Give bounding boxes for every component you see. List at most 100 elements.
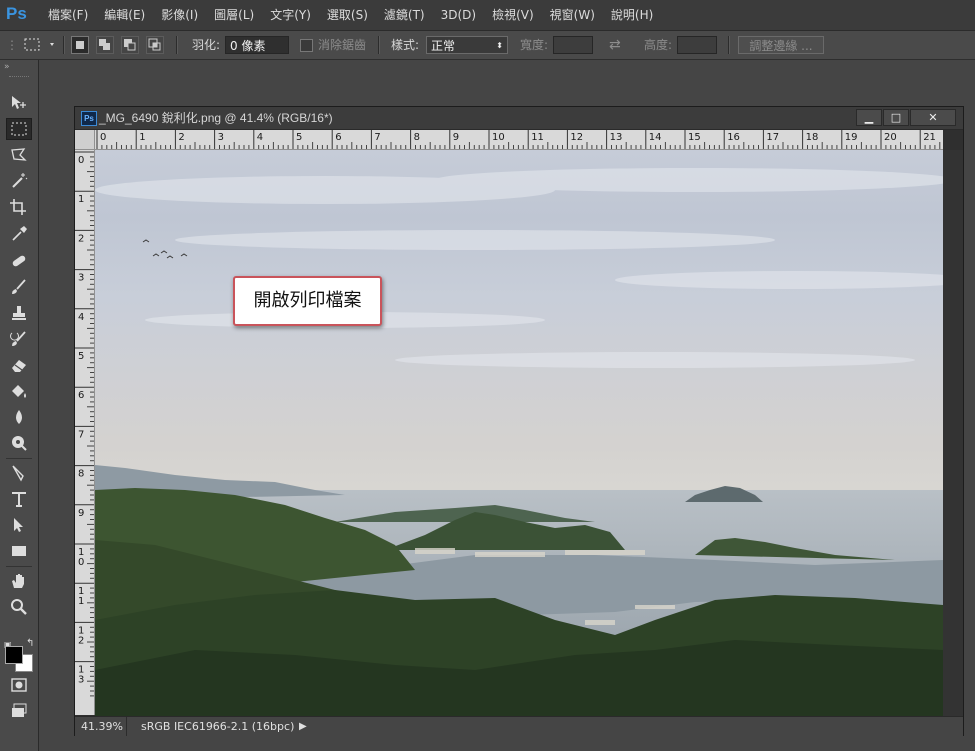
ruler-label: 9	[453, 132, 459, 143]
antialias-label: 消除鋸齒	[318, 38, 367, 52]
ruler-label: 19	[845, 132, 858, 143]
marquee-tool[interactable]	[6, 118, 32, 140]
color-profile-info: sRGB IEC61966-2.1 (16bpc)	[141, 720, 295, 733]
eraser-tool-icon	[12, 360, 26, 372]
dodge-tool[interactable]	[6, 432, 32, 454]
clone-stamp-tool[interactable]	[6, 302, 32, 324]
quick-mask-button[interactable]	[6, 674, 32, 696]
menu-window[interactable]: 視窗(W)	[542, 0, 603, 30]
paint-bucket-tool[interactable]	[6, 380, 32, 402]
ruler-label: 16	[727, 132, 740, 143]
zoom-tool[interactable]	[6, 596, 32, 618]
add-selection-icon	[99, 39, 110, 50]
document-titlebar[interactable]: Ps _MG_6490 銳利化.png @ 41.4% (RGB/16*) ▁ …	[75, 107, 963, 130]
swap-dimensions-icon[interactable]: ⇄	[609, 31, 621, 59]
history-brush-tool-icon	[10, 331, 26, 346]
ps-document-icon: Ps	[81, 111, 97, 126]
ruler-label: 3	[78, 273, 84, 284]
brush-tool[interactable]	[6, 276, 32, 298]
antialias-checkbox[interactable]	[300, 31, 313, 59]
hand-tool[interactable]	[6, 570, 32, 592]
ruler-label: 4	[78, 312, 84, 323]
move-tool[interactable]	[6, 92, 32, 114]
maximize-button[interactable]: □	[883, 109, 909, 126]
ruler-label: 5	[78, 351, 84, 362]
ruler-label: 17	[766, 132, 779, 143]
tool-preset-picker[interactable]	[22, 31, 60, 59]
pen-tool[interactable]	[6, 462, 32, 484]
blur-tool[interactable]	[6, 406, 32, 428]
new-selection-icon	[76, 41, 84, 49]
pen-tool-icon	[12, 465, 24, 482]
marquee-preset-icon	[24, 38, 54, 51]
width-label: 寬度:	[520, 38, 549, 52]
menu-3d[interactable]: 3D(D)	[433, 0, 484, 30]
close-button[interactable]: ✕	[910, 109, 956, 126]
healing-brush-tool[interactable]	[6, 250, 32, 272]
menu-filter[interactable]: 濾鏡(T)	[376, 0, 433, 30]
ruler-origin[interactable]	[75, 130, 95, 150]
separator	[378, 36, 380, 54]
feather-label: 羽化:	[192, 38, 221, 52]
vertical-ruler[interactable]: 012345678910111213	[75, 150, 95, 715]
zoom-tool-icon	[11, 599, 27, 615]
ruler-label: 1	[139, 132, 145, 143]
horizontal-ruler[interactable]: 0 1 2 3 4 5 6 7 8 9 10 11 12 13 14 15 16 17 18 19 20 21	[95, 130, 943, 150]
menu-layer[interactable]: 圖層(L)	[206, 0, 262, 30]
minimize-button[interactable]: ▁	[856, 109, 882, 126]
menu-type[interactable]: 文字(Y)	[262, 0, 319, 30]
rectangle-tool[interactable]	[6, 540, 32, 562]
menu-select[interactable]: 選取(S)	[319, 0, 376, 30]
intersect-selection-button[interactable]	[146, 36, 164, 54]
height-input[interactable]	[677, 36, 717, 54]
hand-tool-icon	[12, 574, 24, 588]
ruler-label: 2	[78, 233, 84, 244]
swap-colors-icon[interactable]: ↰	[26, 638, 34, 649]
collapse-toolbox-icon[interactable]: »	[4, 62, 10, 72]
ruler-label: 2	[178, 132, 184, 143]
eyedropper-tool[interactable]	[6, 222, 32, 244]
menu-image[interactable]: 影像(I)	[153, 0, 206, 30]
photoshop-logo-icon: Ps	[6, 4, 27, 23]
magic-wand-tool[interactable]	[6, 170, 32, 192]
lasso-tool[interactable]	[6, 144, 32, 166]
type-tool[interactable]	[6, 488, 32, 510]
eraser-tool[interactable]	[6, 354, 32, 376]
subtract-selection-button[interactable]	[121, 36, 139, 54]
ruler-label: 3	[218, 132, 224, 143]
ruler-label: 21	[923, 132, 936, 143]
image-canvas[interactable]	[95, 150, 943, 716]
menu-view[interactable]: 檢視(V)	[484, 0, 542, 30]
foreground-color-swatch[interactable]	[5, 646, 23, 664]
add-to-selection-button[interactable]	[96, 36, 114, 54]
separator	[728, 36, 730, 54]
canvas-pasteboard	[943, 150, 963, 716]
menu-file[interactable]: 檔案(F)	[40, 0, 96, 30]
feather-input[interactable]: 0 像素	[225, 36, 289, 54]
close-icon: ✕	[928, 111, 938, 124]
screen-mode-button[interactable]	[6, 700, 32, 722]
menu-bar: Ps 檔案(F) 編輯(E) 影像(I) 圖層(L) 文字(Y) 選取(S) 濾…	[0, 0, 975, 31]
menu-help[interactable]: 說明(H)	[603, 0, 661, 30]
magic-wand-tool-icon	[12, 173, 28, 188]
menu-edit[interactable]: 編輯(E)	[96, 0, 153, 30]
refine-edge-button[interactable]: 調整邊緣 ...	[738, 36, 824, 54]
blur-tool-icon	[16, 410, 22, 424]
screen-mode-icon	[12, 703, 27, 717]
color-swatches: ▣ ↰	[4, 638, 36, 674]
new-selection-button[interactable]	[71, 36, 89, 54]
intersect-selection-icon	[148, 38, 161, 51]
crop-tool[interactable]	[6, 196, 32, 218]
status-menu-arrow-icon[interactable]: ▶	[299, 717, 307, 736]
ruler-label: 6	[335, 132, 341, 143]
path-selection-tool[interactable]	[6, 514, 32, 536]
clouds	[95, 168, 943, 368]
width-input[interactable]	[553, 36, 593, 54]
style-select[interactable]: 正常 ⬍	[426, 36, 508, 54]
type-tool-icon	[12, 492, 26, 507]
zoom-level-field[interactable]: 41.39%	[75, 717, 127, 736]
ruler-label: 7	[374, 132, 380, 143]
ruler-label: 13	[610, 132, 623, 143]
separator	[176, 36, 178, 54]
history-brush-tool[interactable]	[6, 328, 32, 350]
